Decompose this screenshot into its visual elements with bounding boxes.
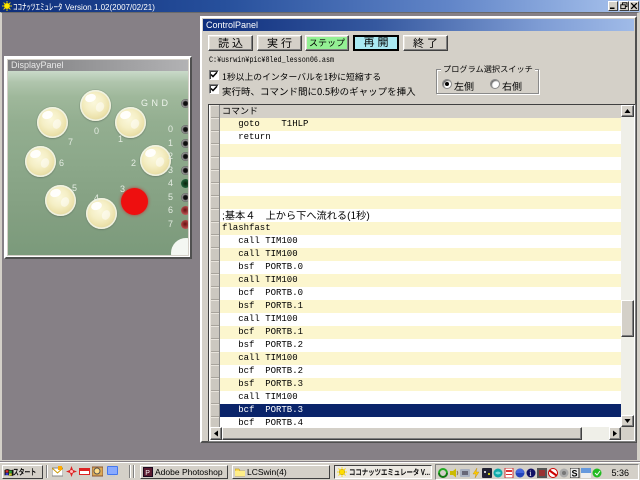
svg-text:P: P — [145, 470, 150, 477]
svg-text:S: S — [572, 469, 578, 479]
